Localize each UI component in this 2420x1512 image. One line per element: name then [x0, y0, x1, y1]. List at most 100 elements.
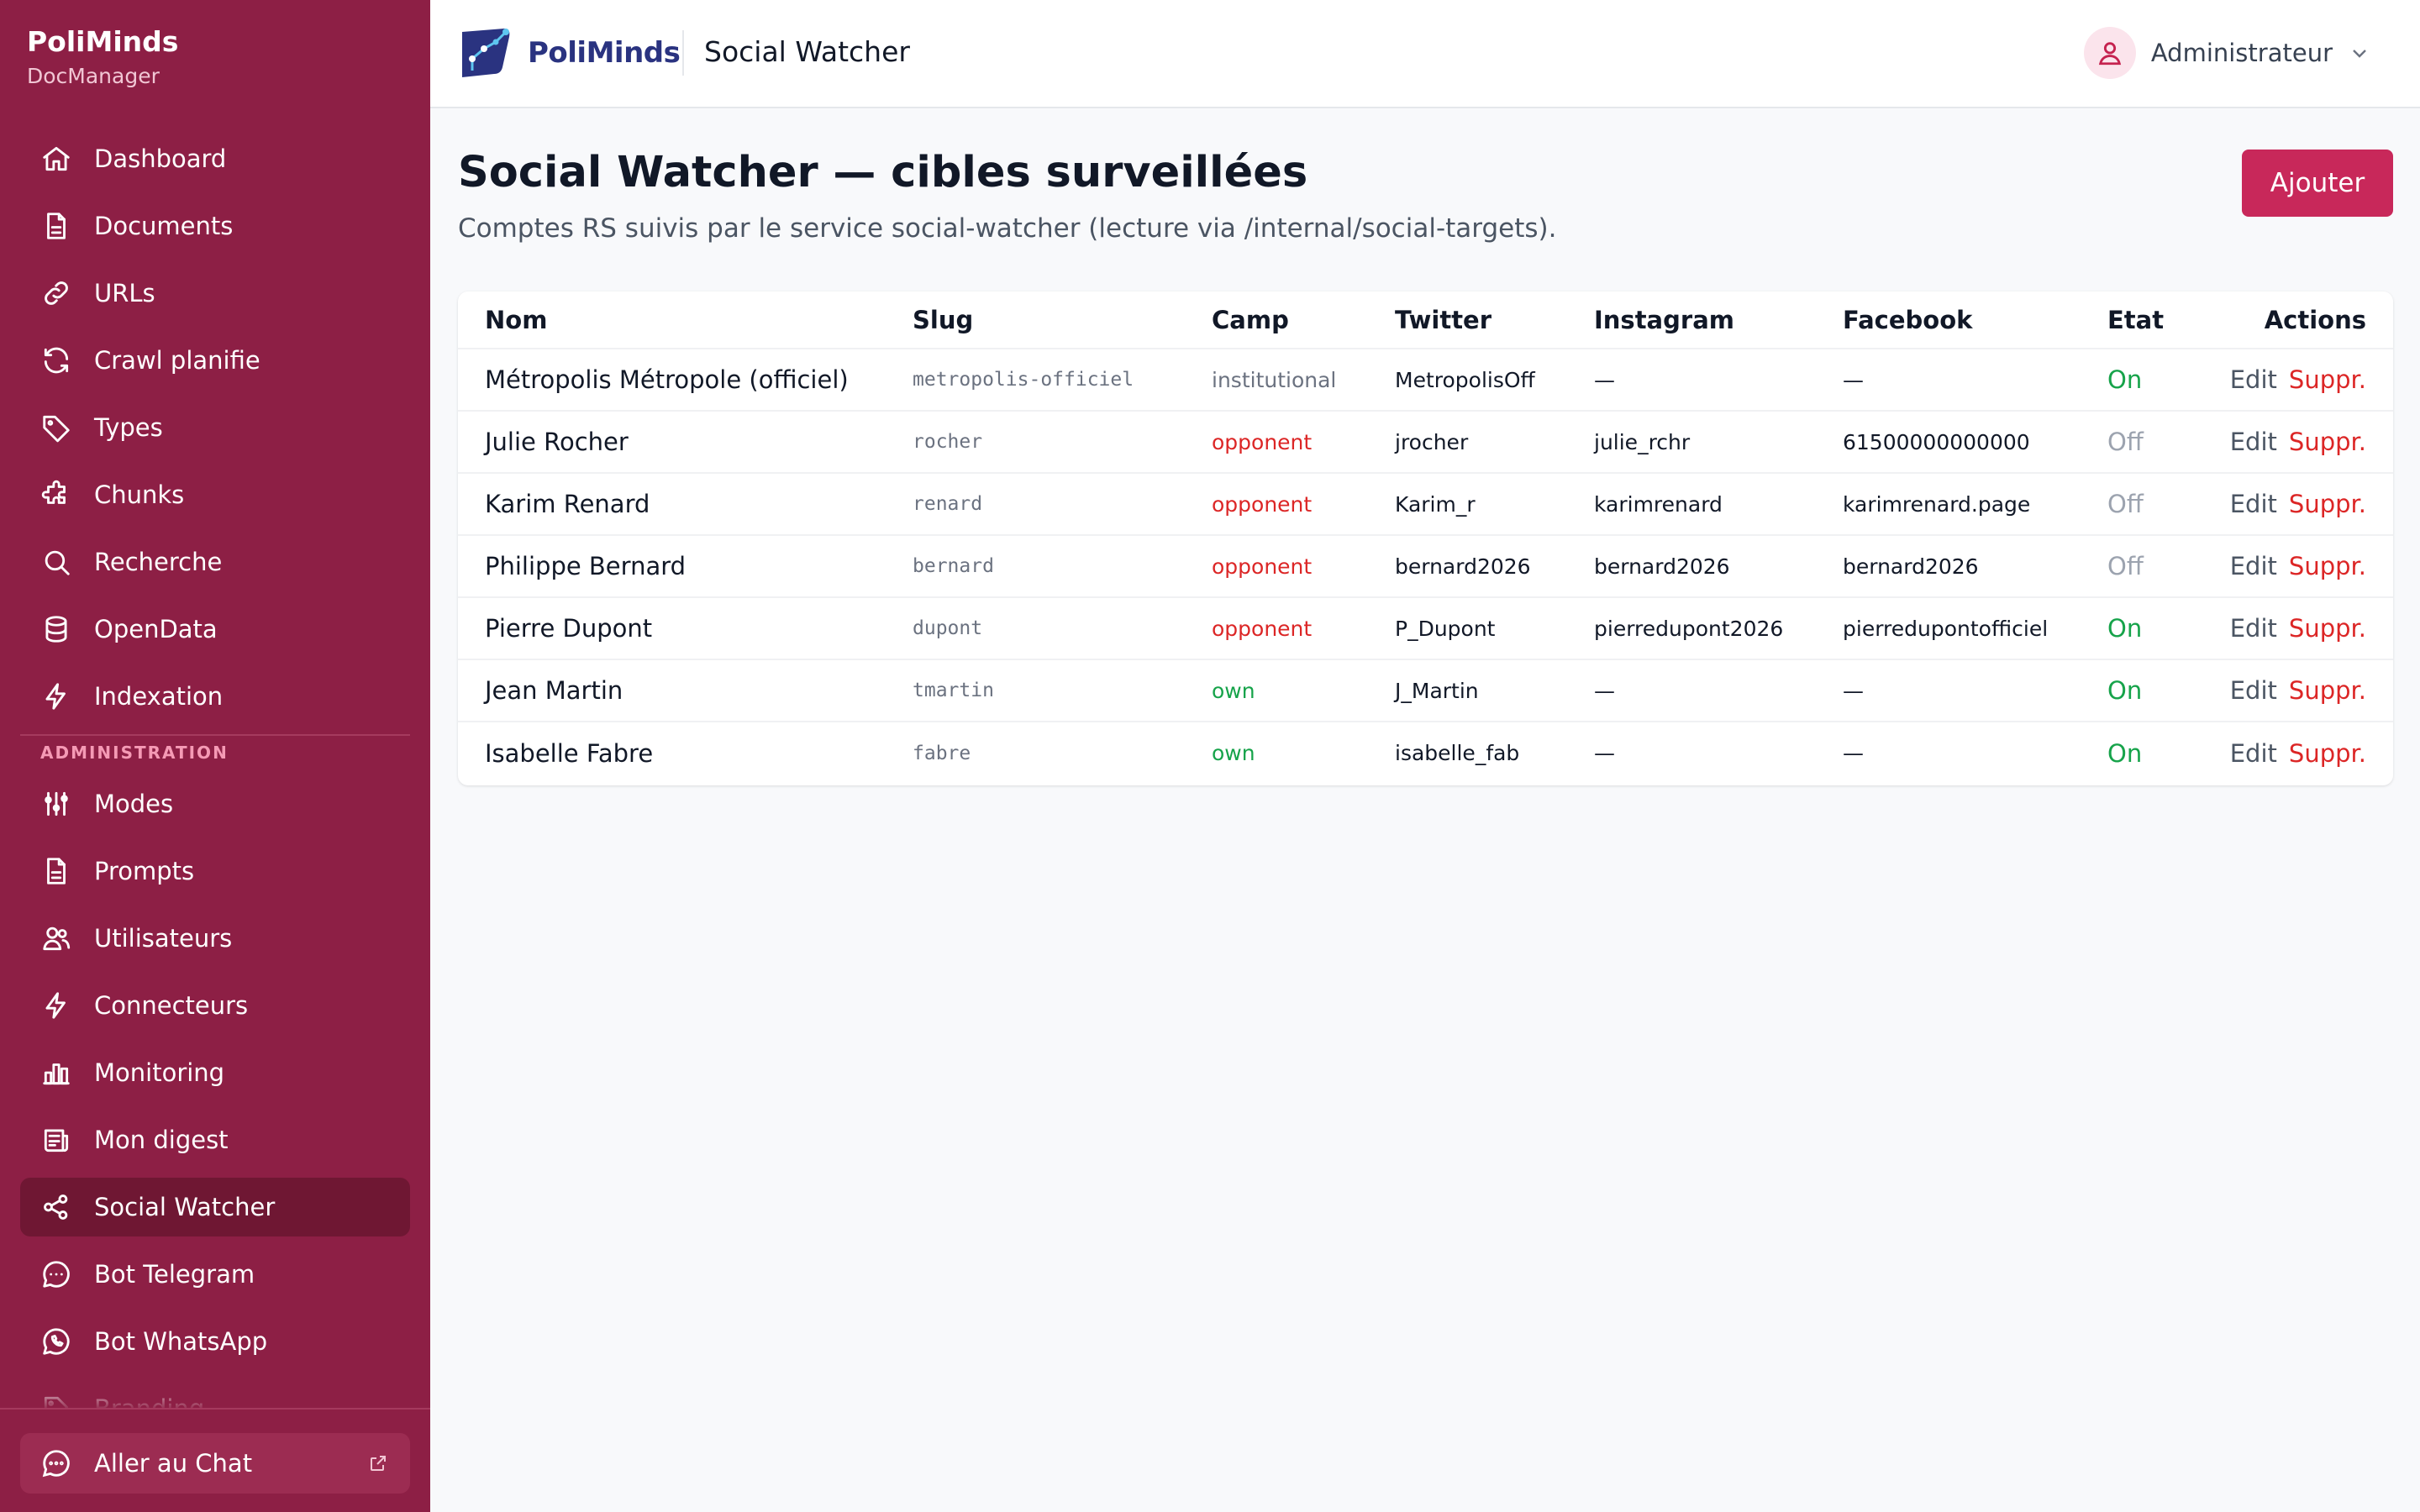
table-row: Karim Renard renard opponent Karim_r karimre…: [458, 472, 2393, 535]
sidebar-item-label: Utilisateurs: [94, 924, 233, 953]
sidebar-item-documents[interactable]: Documents: [20, 197, 410, 255]
page-subtitle: Comptes RS suivis par le service social-…: [458, 213, 1557, 244]
home-icon: [40, 143, 72, 175]
cell-slug: metropolis-officiel: [913, 348, 1212, 411]
sidebar-item-indexation[interactable]: Indexation: [20, 667, 410, 726]
column-header-twitter[interactable]: Twitter: [1395, 291, 1594, 349]
cell-nom: Jean Martin: [458, 659, 913, 722]
cell-facebook: —: [1843, 659, 2107, 722]
cell-instagram: —: [1594, 721, 1843, 784]
tag-icon: [40, 412, 72, 444]
sidebar-item-bot-telegram[interactable]: Bot Telegram: [20, 1245, 410, 1304]
cell-facebook: —: [1843, 721, 2107, 784]
sidebar-item-dashboard[interactable]: Dashboard: [20, 129, 410, 188]
link-icon: [40, 277, 72, 309]
sidebar-item-recherche[interactable]: Recherche: [20, 533, 410, 591]
column-header-slug[interactable]: Slug: [913, 291, 1212, 349]
cell-facebook: pierredupontofficiel: [1843, 596, 2107, 659]
cell-actions: Edit Suppr.: [2208, 721, 2393, 784]
edit-button[interactable]: Edit: [2230, 614, 2277, 643]
sidebar: PoliMinds DocManager Dashboard Documents U…: [0, 0, 430, 1512]
sidebar-item-label: URLs: [94, 279, 155, 307]
delete-button[interactable]: Suppr.: [2289, 365, 2366, 394]
cell-nom: Isabelle Fabre: [458, 721, 913, 784]
sidebar-item-label: Documents: [94, 212, 234, 240]
delete-button[interactable]: Suppr.: [2289, 428, 2366, 456]
cell-twitter: bernard2026: [1395, 534, 1594, 597]
sidebar-item-prompts[interactable]: Prompts: [20, 842, 410, 900]
sidebar-item-crawl-planifie[interactable]: Crawl planifie: [20, 331, 410, 390]
sidebar-item-connecteurs[interactable]: Connecteurs: [20, 976, 410, 1035]
delete-button[interactable]: Suppr.: [2289, 614, 2366, 643]
delete-button[interactable]: Suppr.: [2289, 490, 2366, 518]
column-header-facebook[interactable]: Facebook: [1843, 291, 2107, 349]
delete-button[interactable]: Suppr.: [2289, 676, 2366, 705]
cell-nom: Pierre Dupont: [458, 596, 913, 659]
chat-bubble-icon: [40, 1447, 72, 1479]
user-icon: [2098, 42, 2121, 66]
sidebar-item-label: Dashboard: [94, 144, 227, 173]
avatar: [2083, 27, 2136, 79]
sidebar-item-opendata[interactable]: OpenData: [20, 600, 410, 659]
bolt-icon: [40, 990, 72, 1021]
cell-facebook: —: [1843, 348, 2107, 411]
sidebar-item-monitoring[interactable]: Monitoring: [20, 1043, 410, 1102]
sidebar-item-label: Connecteurs: [94, 991, 249, 1020]
cell-slug: tmartin: [913, 659, 1212, 722]
database-icon: [40, 613, 72, 645]
sidebar-item-social-watcher[interactable]: Social Watcher: [20, 1178, 410, 1236]
puzzle-icon: [40, 479, 72, 511]
table-row: Isabelle Fabre fabre own isabelle_fab — — On Ed…: [458, 721, 2393, 784]
table-row: Philippe Bernard bernard opponent bernard20…: [458, 534, 2393, 597]
sidebar-item-label: Crawl planifie: [94, 346, 260, 375]
delete-button[interactable]: Suppr.: [2289, 739, 2366, 768]
sidebar-item-modes[interactable]: Modes: [20, 774, 410, 833]
polilminds-logo-icon: [462, 29, 510, 77]
edit-button[interactable]: Edit: [2230, 365, 2277, 394]
sidebar-item-utilisateurs[interactable]: Utilisateurs: [20, 909, 410, 968]
column-header-nom[interactable]: Nom: [458, 291, 913, 349]
user-menu[interactable]: Administrateur: [2083, 27, 2370, 79]
cell-instagram: bernard2026: [1594, 534, 1843, 597]
cell-nom: Julie Rocher: [458, 410, 913, 473]
targets-table-card: Nom Slug Camp Twitter Instagram Facebook…: [458, 291, 2393, 785]
table-row: Jean Martin tmartin own J_Martin — — On Edit Sup…: [458, 659, 2393, 722]
cell-twitter: MetropolisOff: [1395, 348, 1594, 411]
sliders-icon: [40, 788, 72, 820]
cell-etat: Off: [2107, 534, 2208, 597]
cell-actions: Edit Suppr.: [2208, 410, 2393, 473]
cell-etat: On: [2107, 348, 2208, 411]
sidebar-item-mon-digest[interactable]: Mon digest: [20, 1110, 410, 1169]
table-row: Métropolis Métropole (officiel) metropoli…: [458, 348, 2393, 411]
column-header-instagram[interactable]: Instagram: [1594, 291, 1843, 349]
edit-button[interactable]: Edit: [2230, 739, 2277, 768]
cell-slug: renard: [913, 472, 1212, 535]
cell-instagram: karimrenard: [1594, 472, 1843, 535]
sidebar-item-urls[interactable]: URLs: [20, 264, 410, 323]
edit-button[interactable]: Edit: [2230, 428, 2277, 456]
brand-name: PoliMinds: [27, 25, 179, 58]
column-header-etat[interactable]: Etat: [2107, 291, 2208, 349]
sidebar-item-bot-whatsapp[interactable]: Bot WhatsApp: [20, 1312, 410, 1371]
users-icon: [40, 922, 72, 954]
table-row: Pierre Dupont dupont opponent P_Dupont pierr…: [458, 596, 2393, 659]
cell-camp: opponent: [1212, 596, 1395, 659]
sidebar-item-chunks[interactable]: Chunks: [20, 465, 410, 524]
sidebar-item-types[interactable]: Types: [20, 398, 410, 457]
refresh-icon: [40, 344, 72, 376]
go-to-chat-button[interactable]: Aller au Chat: [20, 1433, 410, 1494]
cell-camp: institutional: [1212, 348, 1395, 411]
column-header-camp[interactable]: Camp: [1212, 291, 1395, 349]
go-to-chat-label: Aller au Chat: [94, 1449, 253, 1478]
sidebar-item-label: Bot WhatsApp: [94, 1327, 268, 1356]
topbar-title: Social Watcher: [704, 35, 910, 68]
edit-button[interactable]: Edit: [2230, 676, 2277, 705]
cell-camp: own: [1212, 659, 1395, 722]
cell-camp: opponent: [1212, 534, 1395, 597]
edit-button[interactable]: Edit: [2230, 552, 2277, 580]
cell-instagram: julie_rchr: [1594, 410, 1843, 473]
edit-button[interactable]: Edit: [2230, 490, 2277, 518]
logo[interactable]: PoliMinds: [459, 27, 681, 79]
delete-button[interactable]: Suppr.: [2289, 552, 2366, 580]
add-button[interactable]: Ajouter: [2242, 150, 2393, 217]
